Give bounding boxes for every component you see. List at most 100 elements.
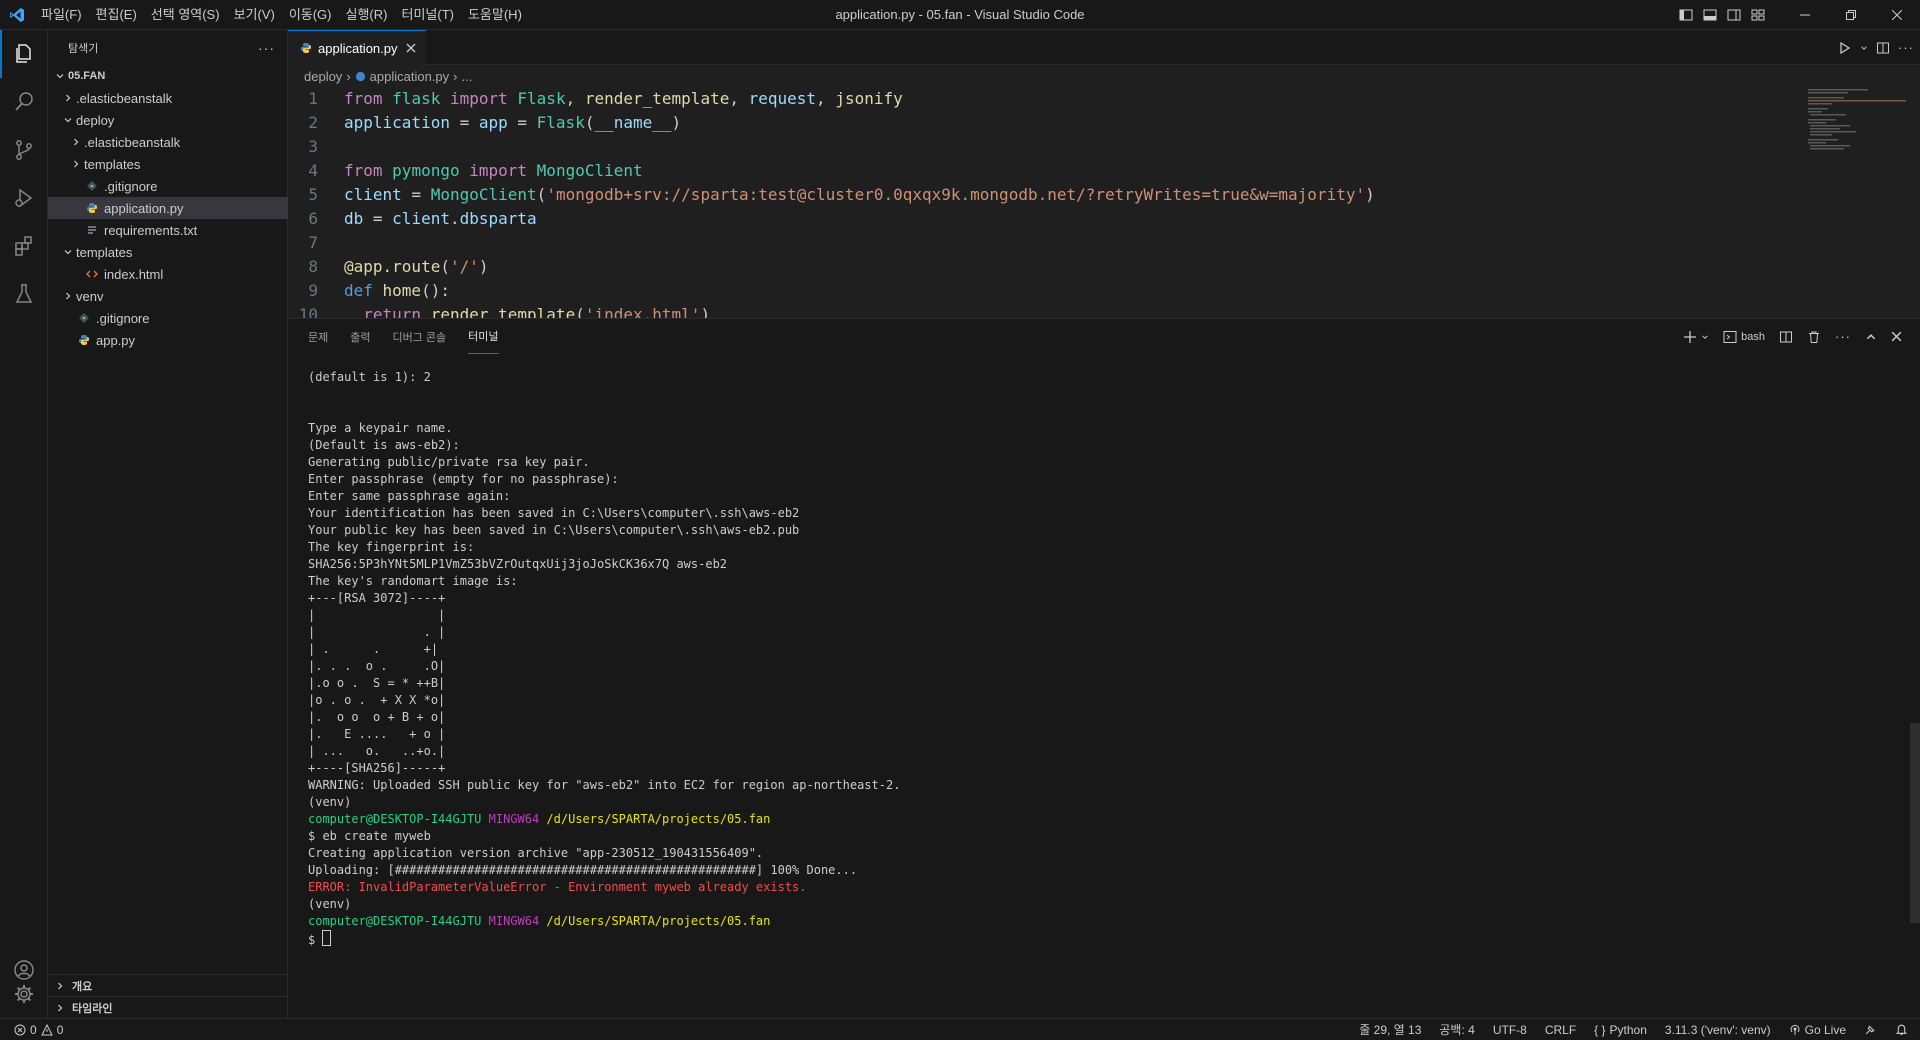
terminal-dropdown-chevron-icon[interactable] (1701, 333, 1709, 341)
close-panel-icon[interactable] (1891, 331, 1902, 342)
tree-item-label: .elasticbeanstalk (76, 90, 173, 106)
code-editor[interactable]: 1 from flask import Flask, render_templat… (288, 87, 1920, 318)
run-debug-icon[interactable] (0, 174, 48, 222)
toggle-panel-icon[interactable] (1698, 0, 1722, 30)
restore-icon[interactable] (1828, 0, 1874, 30)
tree-file[interactable]: .gitignore (48, 307, 299, 329)
explorer-icon[interactable] (0, 30, 48, 78)
tree-file[interactable]: requirements.txt (48, 219, 307, 241)
breadcrumb-symbol[interactable]: ... (462, 69, 473, 84)
menu-item[interactable]: 이동(G) (282, 0, 339, 30)
code-token: = (372, 209, 393, 228)
run-python-icon[interactable] (1838, 41, 1852, 55)
tree-file[interactable]: .gitignore (48, 175, 307, 197)
panel-tab[interactable]: 터미널 (468, 319, 499, 354)
go-live-button[interactable]: Go Live (1789, 1023, 1846, 1037)
breadcrumb-file[interactable]: application.py (370, 69, 450, 84)
terminal-text: /d/Users/SPARTA/projects/05.fan (546, 812, 771, 826)
tree-folder[interactable]: deploy (48, 109, 299, 131)
terminal-line: |o . o . + X X *o| (308, 692, 1900, 709)
panel-more-actions-icon[interactable]: ··· (1835, 329, 1851, 344)
terminal-text: +---[RSA 3072]----+ (308, 591, 446, 605)
search-icon[interactable] (0, 78, 48, 126)
indentation[interactable]: 공백: 4 (1439, 1021, 1474, 1038)
terminal-text: Enter passphrase (empty for no passphras… (308, 472, 619, 486)
gitignore-file-icon (76, 312, 92, 324)
tree-file[interactable]: app.py (48, 329, 299, 351)
terminal-output[interactable]: (default is 1): 2 Type a keypair name. (De… (308, 369, 1900, 1018)
terminal-line: | . . +| (308, 641, 1900, 658)
tree-folder[interactable]: .elasticbeanstalk (48, 131, 307, 153)
tree-folder[interactable]: venv (48, 285, 299, 307)
menu-item[interactable]: 보기(V) (227, 0, 282, 30)
code-token: , (816, 89, 836, 108)
editor-more-actions-icon[interactable]: ··· (1898, 40, 1914, 55)
terminal-line: | ... o. ..+o.| (308, 743, 1900, 760)
panel-tab[interactable]: 문제 (308, 319, 328, 354)
close-tab-icon[interactable] (406, 43, 416, 53)
menu-item[interactable]: 선택 영역(S) (144, 0, 227, 30)
vscode-logo-icon[interactable] (0, 7, 34, 23)
tree-folder[interactable]: templates (48, 241, 299, 263)
terminal-instance[interactable]: bash (1723, 330, 1765, 344)
panel-tab[interactable]: 디버그 콘솔 (393, 319, 447, 354)
code-token: import (469, 161, 537, 180)
minimize-icon[interactable] (1782, 0, 1828, 30)
menu-item[interactable]: 편집(E) (89, 0, 144, 30)
minimap[interactable] (1806, 87, 1906, 167)
code-token: = (517, 113, 537, 132)
cursor-position[interactable]: 줄 29, 열 13 (1359, 1021, 1421, 1038)
run-dropdown-chevron-icon[interactable] (1860, 44, 1868, 52)
terminal-line: Enter passphrase (empty for no passphras… (308, 471, 1900, 488)
split-editor-icon[interactable] (1876, 41, 1890, 55)
encoding[interactable]: UTF-8 (1493, 1023, 1527, 1037)
panel-tab[interactable]: 출력 (350, 319, 370, 354)
language-mode[interactable]: { } Python (1594, 1023, 1647, 1037)
tree-file[interactable]: index.html (48, 263, 307, 285)
tree-file[interactable]: application.py (48, 197, 307, 219)
timeline-section[interactable]: 타임라인 (48, 996, 287, 1019)
notifications-bell-icon[interactable] (1895, 1023, 1908, 1036)
terminal-text: Uploading: [############################… (308, 863, 858, 877)
extensions-icon[interactable] (0, 222, 48, 270)
more-actions-icon[interactable]: ··· (258, 40, 275, 56)
split-terminal-icon[interactable] (1779, 330, 1793, 344)
terminal-scrollbar[interactable] (1910, 723, 1920, 923)
code-line: 3 (288, 135, 1920, 159)
code-line: 7 (288, 231, 1920, 255)
menu-item[interactable]: 실행(R) (339, 0, 395, 30)
end-of-line[interactable]: CRLF (1545, 1023, 1576, 1037)
code-token: request (748, 89, 817, 108)
menu-item[interactable]: 터미널(T) (394, 0, 460, 30)
maximize-panel-chevron-up-icon[interactable] (1865, 331, 1877, 343)
tab-application-py[interactable]: application.py (288, 30, 426, 65)
problems-indicator[interactable]: 0 0 (0, 1023, 63, 1037)
settings-gear-icon[interactable] (0, 970, 48, 1018)
close-window-icon[interactable] (1874, 0, 1920, 30)
chevron-right-icon (60, 93, 76, 103)
breadcrumb-folder[interactable]: deploy (304, 69, 342, 84)
customize-layout-icon[interactable] (1746, 0, 1770, 30)
tree-folder[interactable]: .elasticbeanstalk (48, 87, 299, 109)
code-token: , (729, 89, 749, 108)
code-token: , (565, 89, 585, 108)
terminal-line: The key fingerprint is: (308, 539, 1900, 556)
terminal-line: | | (308, 607, 1900, 624)
workspace-root[interactable]: 05.FAN (48, 65, 291, 87)
new-terminal-icon[interactable] (1683, 330, 1697, 344)
python-interpreter[interactable]: 3.11.3 ('venv': venv) (1665, 1023, 1771, 1037)
menu-item[interactable]: 도움말(H) (461, 0, 529, 30)
feedback-icon[interactable] (1864, 1023, 1877, 1036)
outline-section[interactable]: 개요 (48, 974, 287, 997)
tree-folder[interactable]: templates (48, 153, 307, 175)
tree-item-label: venv (76, 288, 104, 304)
testing-icon[interactable] (0, 270, 48, 318)
toggle-primary-sidebar-icon[interactable] (1674, 0, 1698, 30)
code-token: ( (440, 257, 450, 276)
menu-item[interactable]: 파일(F) (34, 0, 89, 30)
terminal-line: $ eb create myweb (308, 828, 1900, 845)
source-control-icon[interactable] (0, 126, 48, 174)
toggle-secondary-sidebar-icon[interactable] (1722, 0, 1746, 30)
terminal-line: Generating public/private rsa key pair. (308, 454, 1900, 471)
kill-terminal-trash-icon[interactable] (1807, 330, 1821, 344)
